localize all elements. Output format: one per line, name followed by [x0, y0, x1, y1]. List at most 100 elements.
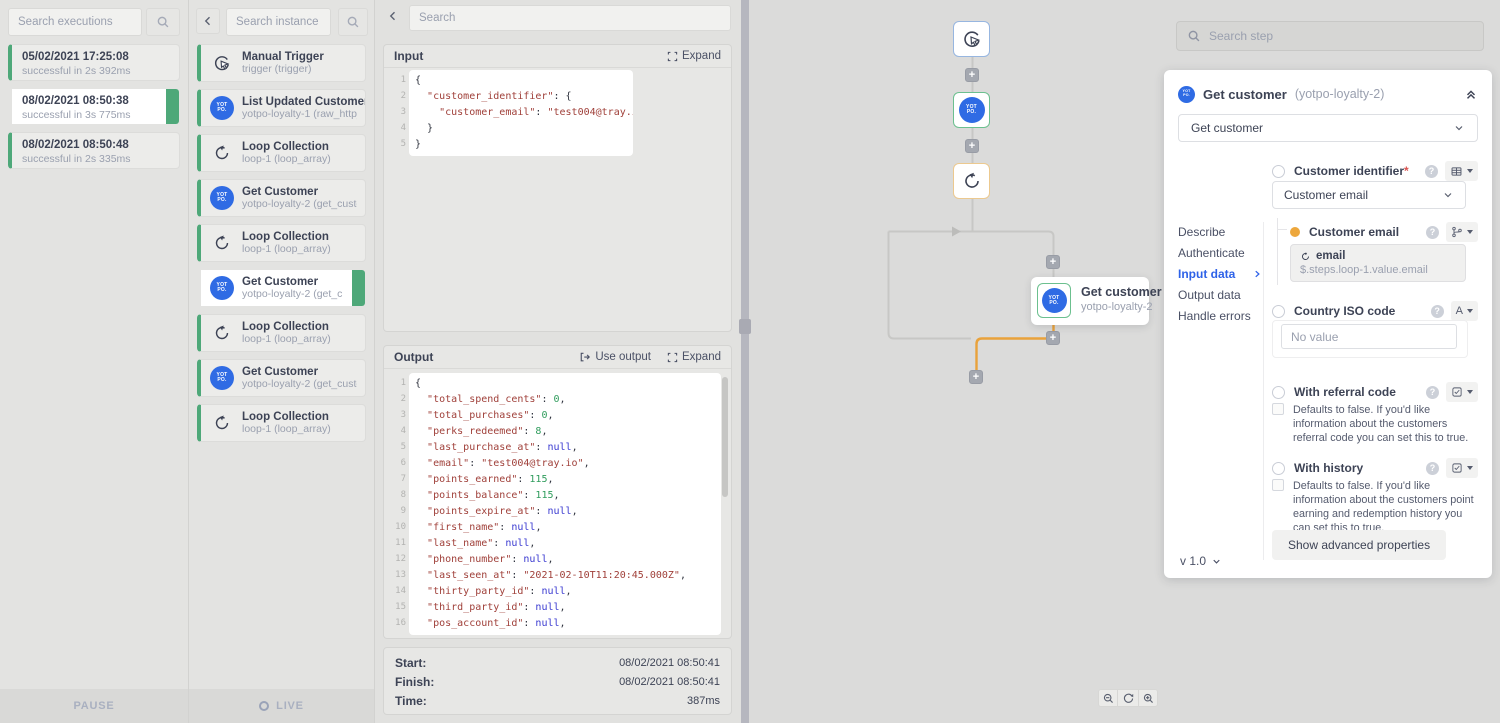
with-history-help: Defaults to false. If you'd like informa…	[1293, 479, 1478, 535]
country-type-button[interactable]: A	[1451, 301, 1478, 321]
execution-timestamp: 08/02/2021 08:50:38	[22, 95, 169, 107]
instance-step-item[interactable]: Loop Collectionloop-1 (loop_array)	[197, 314, 366, 352]
customer-email-type-button[interactable]	[1446, 222, 1478, 242]
selected-indicator	[352, 270, 365, 306]
add-step-button[interactable]: +	[969, 370, 983, 384]
nav-separator	[1263, 222, 1264, 560]
chevron-right-icon	[1252, 269, 1262, 279]
nav-item-handle-errors[interactable]: Handle errors	[1178, 310, 1262, 322]
output-line-numbers: 12345678910111213141516	[384, 369, 406, 631]
country-iso-input[interactable]	[1281, 324, 1457, 349]
node-get-customer-icon-box[interactable]: YOTPO.	[1037, 283, 1071, 318]
instance-step-item[interactable]: Manual Triggertrigger (trigger)	[197, 44, 366, 82]
version-select[interactable]: v 1.0	[1180, 554, 1222, 568]
node-list-updated-customers[interactable]: YOTPO.	[953, 92, 990, 128]
manual-trigger-icon	[212, 53, 232, 73]
yotpo-icon: YOTPO.	[1178, 86, 1195, 103]
customer-identifier-type-button[interactable]	[1445, 161, 1478, 181]
search-executions-input[interactable]	[8, 8, 142, 36]
instance-step-item[interactable]: YOTPO.List Updated Customersyotpo-loyalt…	[197, 89, 366, 127]
help-icon[interactable]: ?	[1425, 165, 1438, 178]
search-debug-input[interactable]	[409, 5, 731, 31]
instance-step-item[interactable]: Loop Collectionloop-1 (loop_array)	[197, 224, 366, 262]
step-item-title: List Updated Customers	[242, 96, 357, 108]
node-get-customer[interactable]: YOTPO. Get customer yotpo-loyalty-2	[1031, 277, 1149, 325]
search-executions-button[interactable]	[146, 8, 180, 36]
step-item-subtitle: loop-1 (loop_array)	[242, 153, 331, 165]
input-expand-button[interactable]: Expand	[667, 50, 721, 62]
help-icon[interactable]: ?	[1426, 226, 1439, 239]
panel-resize-divider[interactable]	[741, 0, 749, 723]
node-manual-trigger[interactable]	[953, 21, 990, 57]
nav-item-describe[interactable]: Describe	[1178, 226, 1262, 238]
pause-button[interactable]: PAUSE	[0, 689, 188, 723]
help-icon[interactable]: ?	[1426, 386, 1439, 399]
add-step-button[interactable]: +	[1046, 255, 1060, 269]
with-referral-radio[interactable]	[1272, 386, 1285, 399]
add-step-button[interactable]: +	[1046, 331, 1060, 345]
help-icon[interactable]: ?	[1426, 462, 1439, 475]
customer-identifier-label: Customer identifier*	[1294, 164, 1409, 178]
search-step-input[interactable]	[1209, 29, 1473, 43]
zoom-in-button[interactable]	[1138, 689, 1158, 707]
yotpo-icon: YOTPO.	[1042, 288, 1067, 313]
reset-zoom-button[interactable]	[1118, 689, 1138, 707]
nav-item-authenticate[interactable]: Authenticate	[1178, 247, 1262, 259]
step-title: Get customer	[1203, 87, 1287, 102]
execution-item[interactable]: 05/02/2021 17:25:08successful in 2s 392m…	[8, 44, 180, 81]
loop-icon	[212, 143, 232, 163]
step-item-subtitle: loop-1 (loop_array)	[242, 333, 331, 345]
with-referral-checkbox[interactable]	[1272, 403, 1284, 415]
execution-item[interactable]: 08/02/2021 08:50:38successful in 3s 775m…	[8, 88, 180, 125]
step-item-subtitle: loop-1 (loop_array)	[242, 423, 331, 435]
node-loop-collection[interactable]	[953, 163, 990, 199]
search-instance-button[interactable]	[338, 8, 368, 36]
output-code[interactable]: { "total_spend_cents": 0, "total_purchas…	[409, 373, 721, 635]
history-type-button[interactable]	[1446, 458, 1478, 478]
use-output-button[interactable]: Use output	[579, 351, 651, 363]
referral-type-button[interactable]	[1446, 382, 1478, 402]
expand-icon	[667, 51, 678, 62]
branch-icon	[1451, 226, 1463, 238]
country-iso-radio[interactable]	[1272, 305, 1285, 318]
execution-item[interactable]: 08/02/2021 08:50:48successful in 2s 335m…	[8, 132, 180, 169]
instance-step-item[interactable]: YOTPO.Get Customeryotpo-loyalty-2 (get_c…	[197, 359, 366, 397]
instance-step-item[interactable]: Loop Collectionloop-1 (loop_array)	[197, 134, 366, 172]
instance-step-item[interactable]: YOTPO.Get Customeryotpo-loyalty-2 (get_c…	[197, 179, 366, 217]
output-expand-button[interactable]: Expand	[667, 351, 721, 363]
zoom-out-button[interactable]	[1098, 689, 1118, 707]
step-item-title: Loop Collection	[242, 231, 331, 243]
search-icon	[1187, 29, 1201, 43]
live-toggle[interactable]: LIVE	[189, 689, 374, 723]
caret-down-icon	[1467, 390, 1473, 394]
yotpo-icon: YOTPO.	[210, 276, 234, 300]
execution-status: successful in 2s 335ms	[22, 153, 169, 165]
email-mapping-chip[interactable]: email $.steps.loop-1.value.email	[1290, 244, 1466, 282]
output-scrollbar[interactable]	[722, 377, 728, 497]
collapse-panel-button[interactable]	[1464, 87, 1478, 101]
instance-step-item[interactable]: Loop Collectionloop-1 (loop_array)	[197, 404, 366, 442]
with-history-radio[interactable]	[1272, 462, 1285, 475]
add-step-button[interactable]: +	[965, 139, 979, 153]
instance-step-item[interactable]: YOTPO.Get Customeryotpo-loyalty-2 (get_c…	[197, 269, 366, 307]
collapse-panel-button[interactable]	[196, 8, 220, 34]
step-item-subtitle: yotpo-loyalty-2 (get_customer)	[242, 378, 357, 390]
show-advanced-properties-button[interactable]: Show advanced properties	[1272, 530, 1446, 560]
loop-icon	[212, 323, 232, 343]
with-history-checkbox[interactable]	[1272, 479, 1284, 491]
instance-steps-list: Manual Triggertrigger (trigger)YOTPO.Lis…	[189, 44, 374, 449]
operation-select[interactable]: Get customer	[1178, 114, 1478, 142]
help-icon[interactable]: ?	[1431, 305, 1444, 318]
execution-timestamp: 05/02/2021 17:25:08	[22, 51, 169, 63]
customer-identifier-select[interactable]: Customer email	[1272, 181, 1466, 209]
input-code[interactable]: { "customer_identifier": { "customer_ema…	[409, 70, 633, 156]
back-button[interactable]	[387, 9, 399, 23]
add-step-button[interactable]: +	[965, 68, 979, 82]
caret-down-icon	[1467, 169, 1473, 173]
customer-identifier-radio[interactable]	[1272, 165, 1285, 178]
version-label: v 1.0	[1180, 554, 1206, 568]
search-instance-input[interactable]	[226, 8, 331, 36]
nav-item-input-data[interactable]: Input data	[1178, 268, 1262, 280]
nav-item-output-data[interactable]: Output data	[1178, 289, 1262, 301]
node-title: Get customer	[1081, 285, 1162, 299]
